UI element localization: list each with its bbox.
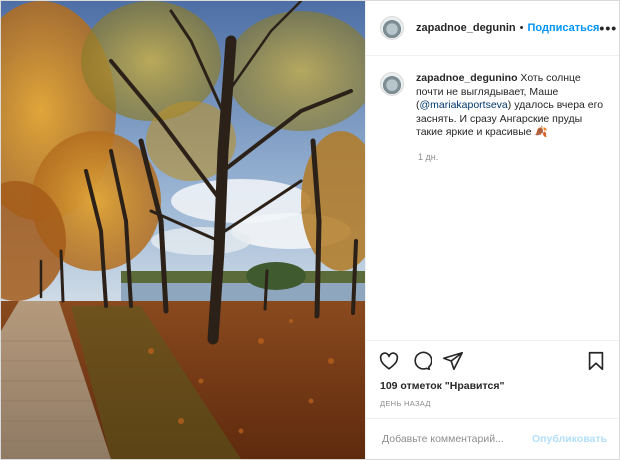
publish-button[interactable]: Опубликовать [532, 433, 607, 445]
caption-row: zapadnoe_degunino Хоть солнце почти не в… [380, 72, 605, 140]
follow-button[interactable]: Подписаться [527, 22, 599, 34]
comment-icon[interactable] [410, 350, 432, 372]
post-caption: zapadnoe_degunino Хоть солнце почти не в… [416, 72, 605, 140]
author-username[interactable]: zapadnoe_degunin [416, 22, 516, 34]
caption-avatar[interactable] [380, 72, 404, 96]
more-icon[interactable]: ••• [599, 20, 617, 36]
comments-area: zapadnoe_degunino Хоть солнце почти не в… [366, 56, 619, 340]
bookmark-icon[interactable] [585, 350, 607, 372]
posted-time: ДЕНЬ НАЗАД [380, 399, 431, 408]
post-header: zapadnoe_degunin • Подписаться ••• [366, 1, 619, 56]
post-photo[interactable] [1, 1, 365, 459]
post-side-panel: zapadnoe_degunin • Подписаться ••• zapad… [365, 1, 619, 459]
comment-input[interactable] [380, 432, 533, 446]
action-bar [366, 340, 619, 380]
caption-time[interactable]: 1 дн. [418, 152, 605, 162]
instagram-post-window: zapadnoe_degunin • Подписаться ••• zapad… [0, 0, 620, 460]
heart-icon[interactable] [378, 350, 400, 372]
likes-count[interactable]: 109 отметок "Нравится" [366, 380, 619, 396]
caption-mention[interactable]: @mariakaportseva [420, 99, 508, 111]
separator-dot: • [519, 22, 524, 34]
add-comment-row: Опубликовать [366, 418, 619, 459]
avatar[interactable] [380, 16, 404, 40]
autumn-park-photo [1, 1, 365, 459]
share-icon[interactable] [442, 350, 464, 372]
caption-username[interactable]: zapadnoe_degunino [416, 72, 518, 84]
